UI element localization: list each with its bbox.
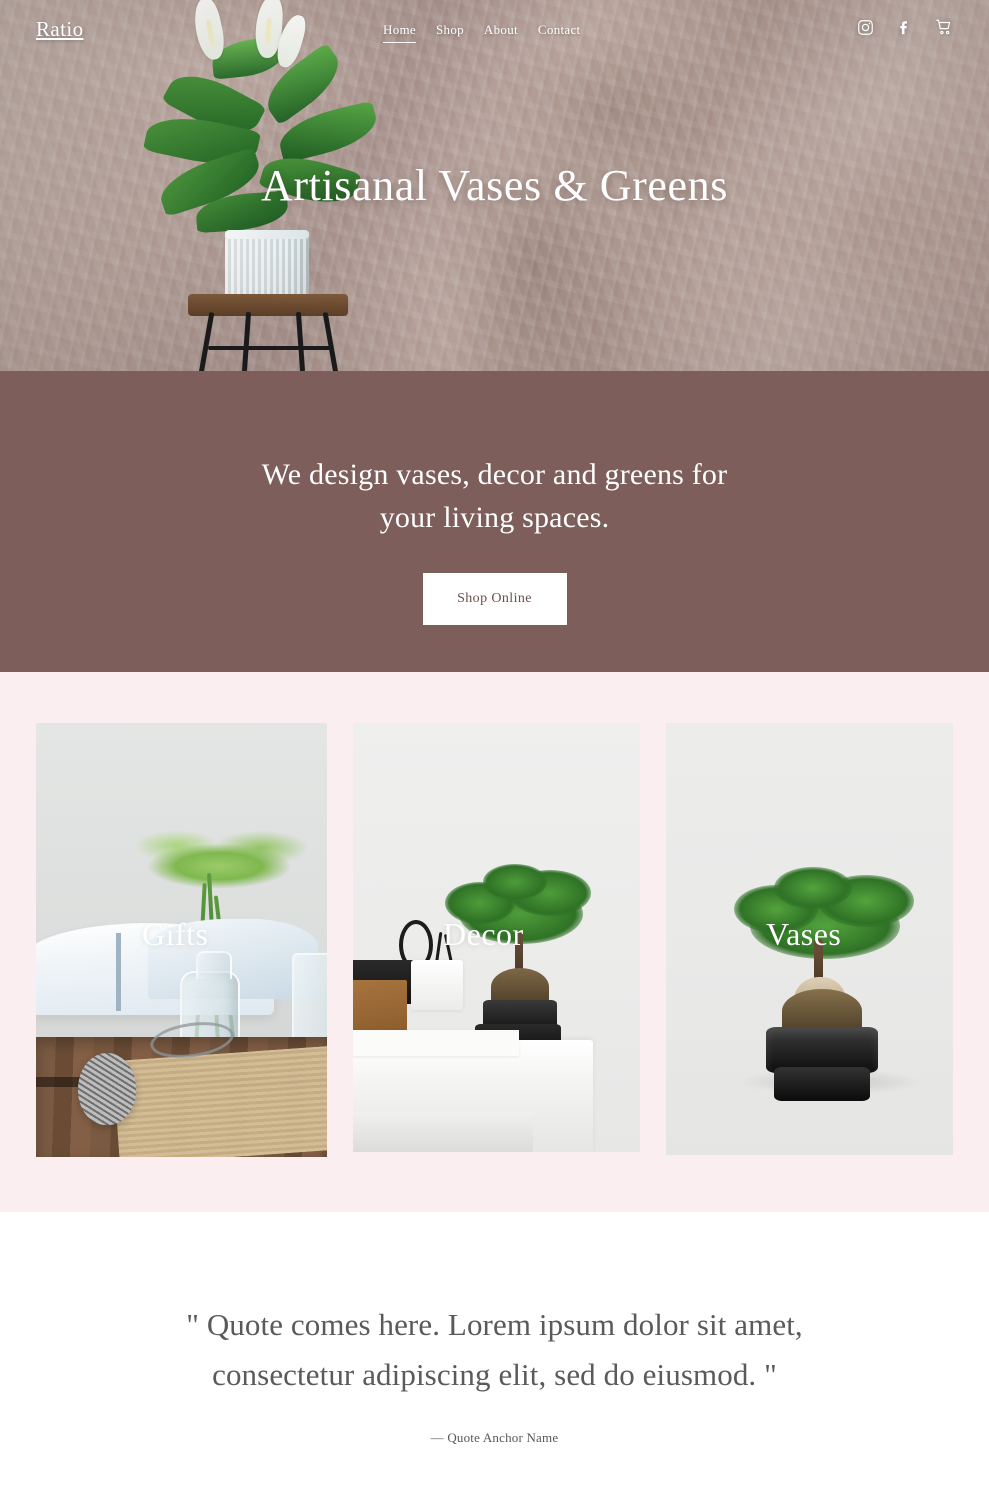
- cart-icon[interactable]: [935, 18, 953, 36]
- hero-section: Ratio Home Shop About Contact Artisanal …: [0, 0, 989, 371]
- gifts-card-image: [36, 723, 327, 1157]
- quote-anchor-name: — Quote Anchor Name: [430, 1430, 559, 1446]
- tagline-text: We design vases, decor and greens for yo…: [262, 454, 728, 539]
- nav-item-contact[interactable]: Contact: [538, 22, 581, 42]
- tagline-section: We design vases, decor and greens for yo…: [0, 371, 989, 672]
- tagline-line-1: We design vases, decor and greens for: [261, 458, 728, 491]
- site-logo[interactable]: Ratio: [36, 17, 84, 42]
- nav-item-home[interactable]: Home: [383, 22, 416, 43]
- nav-item-shop[interactable]: Shop: [436, 22, 464, 42]
- categories-section: Gifts Decor Vases: [0, 672, 989, 1212]
- category-card-gifts[interactable]: Gifts: [36, 723, 327, 1157]
- category-card-vases[interactable]: Vases: [666, 723, 953, 1155]
- site-header: Ratio Home Shop About Contact: [0, 0, 989, 58]
- quote-line-2: consectetur adipiscing elit, sed do eius…: [212, 1357, 777, 1393]
- decor-card-image: [353, 723, 640, 1152]
- vases-card-image: [666, 723, 953, 1155]
- quote-section: " Quote comes here. Lorem ipsum dolor si…: [0, 1212, 989, 1500]
- tagline-line-2: your living spaces.: [379, 500, 610, 534]
- hero-title: Artisanal Vases & Greens: [261, 161, 728, 210]
- social-links: [857, 18, 953, 36]
- shop-online-button[interactable]: Shop Online: [422, 573, 567, 626]
- category-card-decor[interactable]: Decor: [353, 723, 640, 1152]
- instagram-icon[interactable]: [857, 19, 874, 36]
- nav-item-about[interactable]: About: [484, 22, 518, 42]
- facebook-icon[interactable]: [896, 19, 913, 36]
- main-navigation: Home Shop About Contact: [383, 22, 580, 43]
- quote-line-1: " Quote comes here. Lorem ipsum dolor si…: [186, 1307, 803, 1342]
- quote-text: " Quote comes here. Lorem ipsum dolor si…: [186, 1300, 803, 1400]
